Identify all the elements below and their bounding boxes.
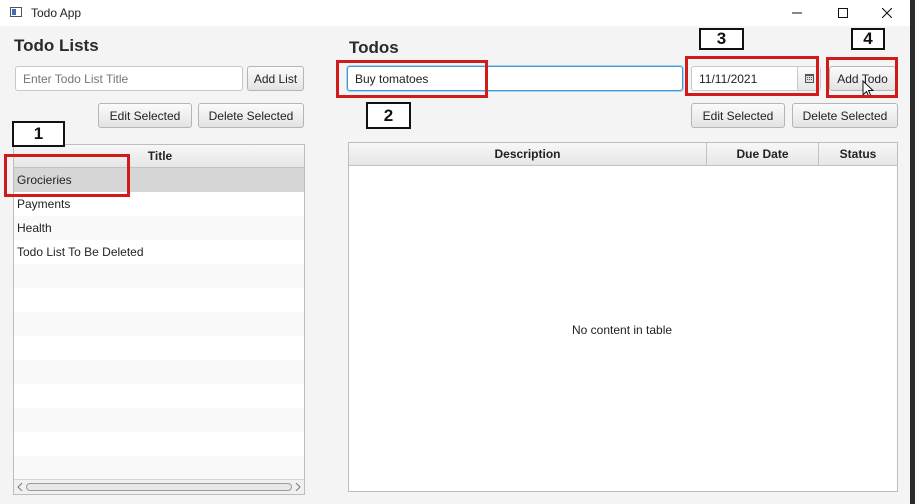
delete-list-button[interactable]: Delete Selected [198, 103, 304, 128]
app-icon [10, 7, 22, 17]
callout-4: 4 [851, 28, 885, 50]
empty-row [14, 336, 304, 360]
empty-row [14, 312, 304, 336]
minimize-icon [792, 12, 802, 14]
empty-table-message: No content in table [572, 323, 673, 337]
empty-row [14, 456, 304, 480]
close-icon [882, 8, 892, 18]
add-list-button[interactable]: Add List [247, 66, 304, 91]
callout-1: 1 [12, 121, 65, 147]
delete-todo-button[interactable]: Delete Selected [792, 103, 898, 128]
annotation-box-description [336, 60, 488, 98]
empty-row [14, 288, 304, 312]
empty-row [14, 264, 304, 288]
maximize-icon [838, 8, 848, 18]
callout-3: 3 [699, 28, 744, 50]
annotation-box-grocieries [4, 154, 130, 197]
close-button[interactable] [864, 0, 910, 26]
todos-heading: Todos [349, 38, 399, 57]
callout-2: 2 [366, 102, 411, 129]
scroll-right-icon[interactable] [295, 483, 301, 491]
edit-todo-button[interactable]: Edit Selected [691, 103, 785, 128]
table-row[interactable]: Health [14, 216, 304, 240]
empty-row [14, 384, 304, 408]
window-title: Todo App [31, 6, 82, 20]
empty-row [14, 432, 304, 456]
todos-table[interactable]: Description Due Date Status No content i… [348, 142, 898, 492]
due-date-column-header[interactable]: Due Date [707, 143, 819, 165]
desktop-background [910, 0, 915, 504]
scrollbar-thumb[interactable] [26, 483, 292, 491]
todo-list-title-input[interactable] [15, 66, 243, 91]
status-column-header[interactable]: Status [819, 143, 897, 165]
minimize-button[interactable] [774, 0, 820, 26]
horizontal-scrollbar[interactable] [14, 479, 304, 494]
todo-lists-heading: Todo Lists [14, 36, 99, 55]
annotation-box-date [685, 56, 819, 96]
maximize-button[interactable] [820, 0, 866, 26]
scroll-left-icon[interactable] [17, 483, 23, 491]
todo-app-window: Todo App Todo Lists Add List Edit Select… [0, 0, 910, 504]
edit-list-button[interactable]: Edit Selected [98, 103, 192, 128]
description-column-header[interactable]: Description [349, 143, 707, 165]
annotation-box-add-todo [826, 57, 898, 98]
empty-row [14, 408, 304, 432]
empty-row [14, 360, 304, 384]
title-bar: Todo App [0, 0, 910, 26]
table-row[interactable]: Todo List To Be Deleted [14, 240, 304, 264]
todos-table-header: Description Due Date Status [349, 143, 897, 166]
